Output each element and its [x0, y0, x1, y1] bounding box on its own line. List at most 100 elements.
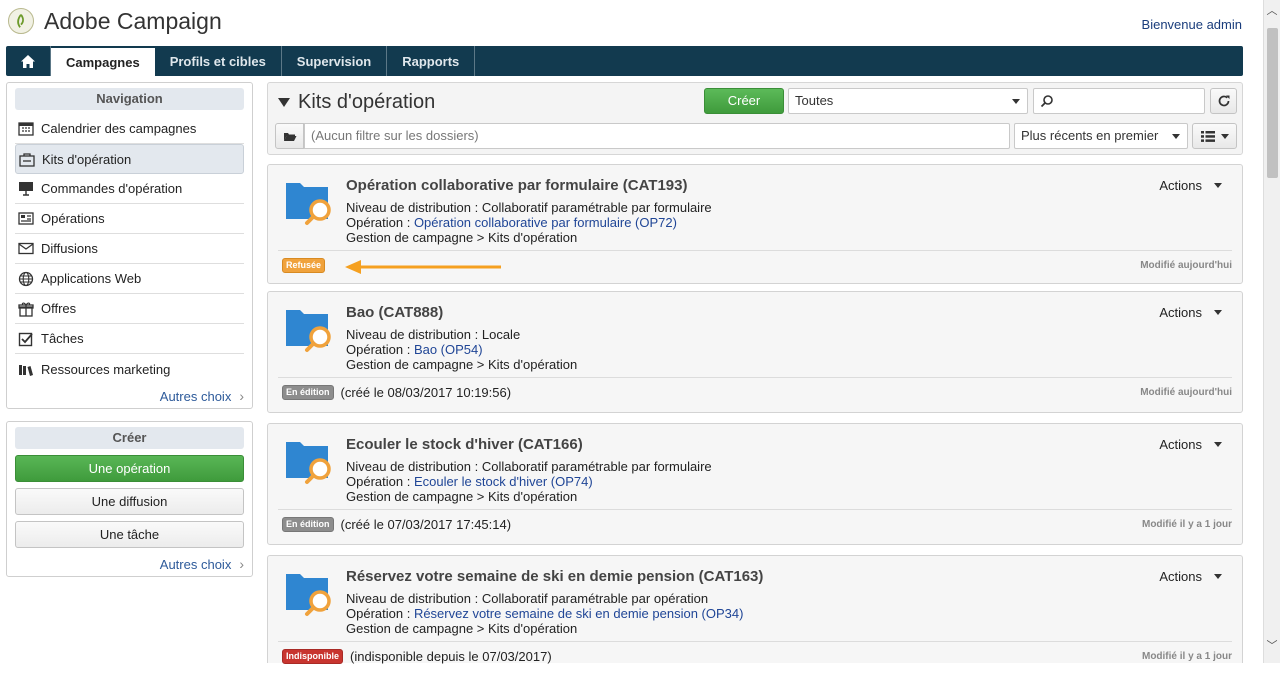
- create-task-button[interactable]: Une tâche: [15, 521, 244, 548]
- item-distribution: Niveau de distribution : Collaboratif pa…: [346, 200, 712, 215]
- scroll-down-icon[interactable]: ﹀: [1264, 637, 1280, 653]
- operations-icon: [17, 211, 35, 227]
- item-title[interactable]: Opération collaborative par formulaire (…: [346, 177, 687, 194]
- status-badge: En édition: [282, 385, 334, 400]
- home-button[interactable]: [6, 46, 51, 76]
- nav-item-label: Opérations: [41, 211, 105, 226]
- books-icon: [17, 361, 35, 377]
- view-mode-button[interactable]: [1192, 123, 1237, 149]
- folder-filter-button[interactable]: [275, 123, 304, 149]
- vertical-scrollbar[interactable]: ︿ ﹀: [1263, 0, 1280, 663]
- calendar-icon: [17, 121, 35, 137]
- item-path: Gestion de campagne > Kits d'opération: [346, 230, 578, 245]
- tab-supervision[interactable]: Supervision: [282, 46, 388, 76]
- search-input[interactable]: [1033, 88, 1205, 114]
- welcome-user-link[interactable]: Bienvenue admin: [1142, 17, 1242, 32]
- sort-select-value: Plus récents en premier: [1021, 128, 1159, 143]
- operation-link[interactable]: Réservez votre semaine de ski en demie p…: [414, 606, 744, 621]
- tab-campagnes[interactable]: Campagnes: [51, 46, 155, 76]
- adobe-campaign-logo-icon: [8, 8, 34, 34]
- nav-item-calendrier[interactable]: Calendrier des campagnes: [15, 114, 244, 144]
- caret-down-icon: [1214, 183, 1222, 188]
- envelope-icon: [17, 241, 35, 257]
- more-label: Autres choix: [159, 388, 232, 404]
- modified-date: Modifié aujourd'hui: [1140, 387, 1232, 398]
- nav-item-applications-web[interactable]: Applications Web: [15, 264, 244, 294]
- operation-link[interactable]: Opération collaborative par formulaire (…: [414, 215, 677, 230]
- status-badge: Refusée: [282, 258, 326, 273]
- collapse-triangle-icon[interactable]: [278, 98, 290, 107]
- modified-date: Modifié il y a 1 jour: [1141, 519, 1232, 530]
- scrollbar-thumb[interactable]: [1267, 28, 1278, 178]
- actions-menu-button[interactable]: Actions: [1159, 178, 1222, 193]
- caret-down-icon: [1214, 310, 1222, 315]
- refresh-button[interactable]: [1210, 88, 1237, 114]
- search-icon: [1040, 95, 1053, 108]
- item-distribution: Niveau de distribution : Collaboratif pa…: [346, 591, 709, 606]
- divider: [278, 509, 1232, 510]
- operation-link[interactable]: Bao (OP54): [414, 342, 483, 357]
- actions-menu-button[interactable]: Actions: [1159, 569, 1222, 584]
- nav-item-taches[interactable]: Tâches: [15, 324, 244, 354]
- status-badge: Indisponible: [282, 649, 343, 664]
- divider: [278, 250, 1232, 251]
- sort-select[interactable]: Plus récents en premier: [1014, 123, 1188, 149]
- status-note: (créé le 07/03/2017 17:45:14): [340, 517, 512, 532]
- item-distribution: Niveau de distribution : Locale: [346, 327, 521, 342]
- create-more-link[interactable]: Autres choix ›: [160, 556, 244, 572]
- item-title[interactable]: Réservez votre semaine de ski en demie p…: [346, 568, 763, 585]
- kit-icon: [18, 151, 36, 167]
- list-item[interactable]: Bao (CAT888) Niveau de distribution : Lo…: [267, 291, 1243, 413]
- presentation-icon: [17, 181, 35, 197]
- nav-item-kits-operation[interactable]: Kits d'opération: [15, 144, 244, 174]
- create-operation-button[interactable]: Une opération: [15, 455, 244, 482]
- operation-link[interactable]: Ecouler le stock d'hiver (OP74): [414, 474, 593, 489]
- checkbox-icon: [17, 331, 35, 347]
- caret-down-icon: [1214, 442, 1222, 447]
- item-status: En édition (créé le 07/03/2017 17:45:14): [282, 517, 511, 532]
- actions-menu-button[interactable]: Actions: [1159, 305, 1222, 320]
- caret-down-icon: [1172, 134, 1180, 139]
- modified-date: Modifié il y a 1 jour: [1141, 651, 1232, 662]
- nav-item-offres[interactable]: Offres: [15, 294, 244, 324]
- nav-item-label: Diffusions: [41, 241, 98, 256]
- item-title[interactable]: Bao (CAT888): [346, 304, 443, 321]
- create-panel: Créer Une opération Une diffusion Une tâ…: [6, 421, 253, 577]
- navigation-panel: Navigation Calendrier des campagnes Kits…: [6, 82, 253, 409]
- navigation-more-link[interactable]: Autres choix ›: [160, 388, 244, 404]
- list-item[interactable]: Ecouler le stock d'hiver (CAT166) Niveau…: [267, 423, 1243, 545]
- scroll-up-icon[interactable]: ︿: [1264, 2, 1280, 18]
- item-path: Gestion de campagne > Kits d'opération: [346, 489, 578, 504]
- item-title[interactable]: Ecouler le stock d'hiver (CAT166): [346, 436, 583, 453]
- create-delivery-button[interactable]: Une diffusion: [15, 488, 244, 515]
- nav-item-label: Tâches: [41, 331, 84, 346]
- list-header: Kits d'opération Créer Toutes (Aucun fil…: [267, 82, 1243, 155]
- divider: [278, 377, 1232, 378]
- globe-icon: [17, 271, 35, 287]
- divider: [278, 641, 1232, 642]
- actions-menu-button[interactable]: Actions: [1159, 437, 1222, 452]
- tab-rapports[interactable]: Rapports: [387, 46, 476, 76]
- status-badge: En édition: [282, 517, 334, 532]
- nav-item-commandes-operation[interactable]: Commandes d'opération: [15, 174, 244, 204]
- nav-item-operations[interactable]: Opérations: [15, 204, 244, 234]
- caret-down-icon: [1221, 133, 1229, 139]
- status-filter-select[interactable]: Toutes: [788, 88, 1028, 114]
- folder-search-icon: [286, 183, 331, 225]
- item-path: Gestion de campagne > Kits d'opération: [346, 621, 578, 636]
- folder-filter-input[interactable]: (Aucun filtre sur les dossiers): [304, 123, 1010, 149]
- nav-item-ressources-marketing[interactable]: Ressources marketing: [15, 354, 244, 384]
- item-path: Gestion de campagne > Kits d'opération: [346, 357, 578, 372]
- status-filter-value: Toutes: [795, 93, 834, 108]
- create-button[interactable]: Créer: [704, 88, 784, 114]
- app-title: Adobe Campaign: [44, 8, 222, 34]
- nav-item-diffusions[interactable]: Diffusions: [15, 234, 244, 264]
- tab-profils-et-cibles[interactable]: Profils et cibles: [155, 46, 282, 76]
- nav-item-label: Offres: [41, 301, 77, 316]
- folder-search-icon: [286, 574, 331, 616]
- item-status: Refusée: [282, 258, 332, 273]
- page-title[interactable]: Kits d'opération: [278, 91, 435, 114]
- nav-item-label: Ressources marketing: [41, 361, 171, 377]
- item-status: Indisponible (indisponible depuis le 07/…: [282, 649, 552, 664]
- list-item[interactable]: Réservez votre semaine de ski en demie p…: [267, 555, 1243, 664]
